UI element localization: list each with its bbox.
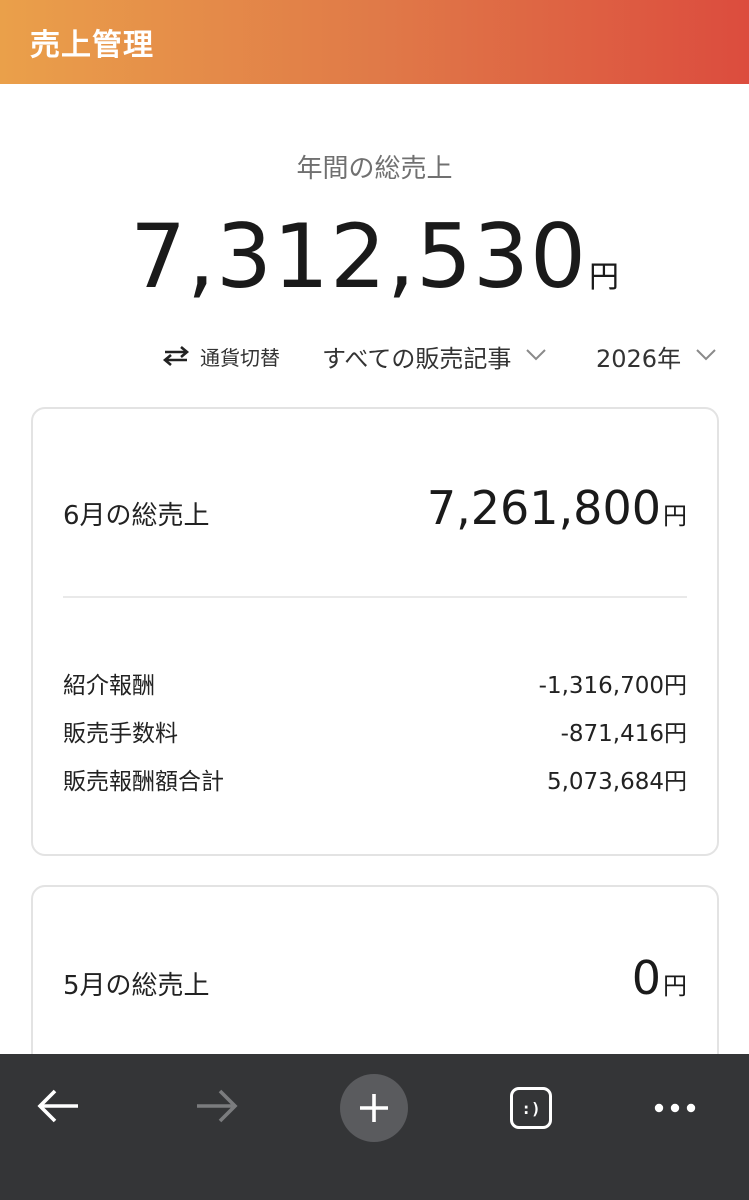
year-filter-dropdown[interactable]: 2026年 [596,336,717,376]
month-total-value: 0円 [632,951,687,1005]
annual-sales-label: 年間の総売上 [296,154,453,184]
month-total-row: 6月の総売上 7,261,800円 [63,481,687,535]
plus-icon [340,1074,408,1142]
month-card-june: 6月の総売上 7,261,800円 紹介報酬 -1,316,700円 販売手数料… [31,407,719,856]
breakdown-label: 販売報酬額合計 [63,769,224,795]
back-button[interactable] [18,1068,98,1148]
month-total-value: 7,261,800円 [427,481,687,535]
more-icon [653,1099,697,1118]
month-total-unit: 円 [663,502,687,530]
month-total-row: 5月の総売上 0円 [63,951,687,1005]
forward-arrow-icon [195,1088,239,1128]
more-menu-button[interactable] [635,1068,715,1148]
new-tab-button[interactable] [334,1068,414,1148]
breakdown-value: 5,073,684円 [546,769,687,795]
chevron-down-icon [525,347,547,366]
article-filter-label: すべての販売記事 [322,344,512,373]
tabs-button[interactable]: :) [491,1068,571,1148]
breakdown-row: 紹介報酬 -1,316,700円 [63,659,687,707]
app-title: 売上管理 [30,28,154,63]
swap-arrows-icon [162,345,190,367]
breakdown-label: 販売手数料 [63,721,178,747]
breakdown-value: -1,316,700円 [538,673,687,699]
currency-toggle-label: 通貨切替 [200,345,280,370]
card-divider [63,596,687,598]
sales-breakdown: 紹介報酬 -1,316,700円 販売手数料 -871,416円 販売報酬額合計… [63,659,687,803]
month-total-unit: 円 [663,972,687,1000]
tabs-icon: :) [510,1087,552,1129]
annual-sales-amount: 7,312,530 [130,205,587,308]
annual-sales-unit: 円 [588,260,619,295]
app-header: 売上管理 [0,0,749,84]
month-total-label: 6月の総売上 [63,501,210,531]
chevron-down-icon [695,347,717,366]
breakdown-row: 販売報酬額合計 5,073,684円 [63,755,687,803]
article-filter-dropdown[interactable]: すべての販売記事 [322,336,547,376]
month-total-amount: 7,261,800 [426,481,661,535]
year-filter-label: 2026年 [596,344,682,373]
filter-bar: 通貨切替 すべての販売記事 2026年 [0,336,749,380]
month-total-label: 5月の総売上 [63,971,210,1001]
browser-bottom-bar: :) [0,1054,749,1200]
breakdown-row: 販売手数料 -871,416円 [63,707,687,755]
back-arrow-icon [36,1088,80,1128]
currency-toggle-button[interactable]: 通貨切替 [162,336,280,376]
breakdown-label: 紹介報酬 [63,673,155,699]
annual-sales-total: 7,312,530円 [0,205,749,308]
forward-button[interactable] [177,1068,257,1148]
month-total-amount: 0 [631,951,661,1005]
breakdown-value: -871,416円 [560,721,687,747]
